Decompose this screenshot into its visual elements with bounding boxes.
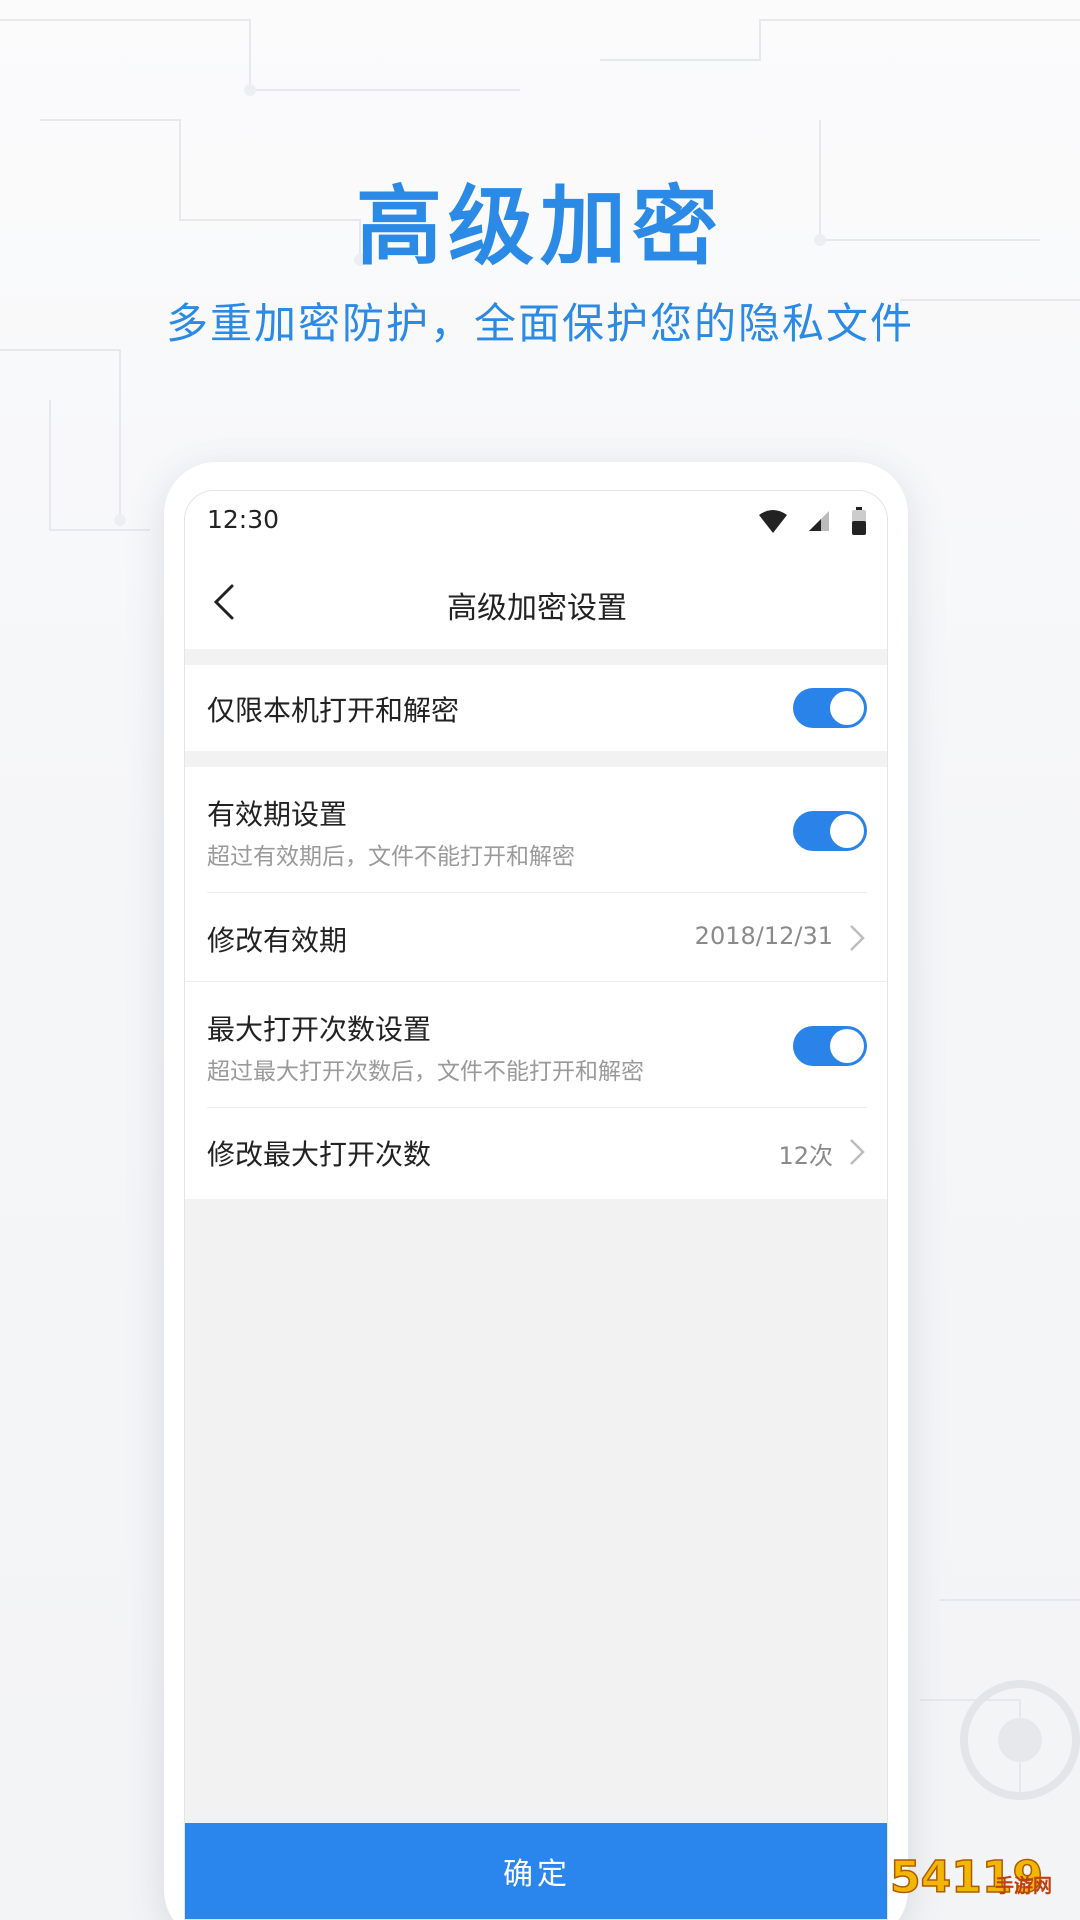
setting-title: 有效期设置 — [207, 798, 348, 831]
settings-group-limits: 有效期设置 超过有效期后，文件不能打开和解密 修改有效期 2018/12/31 … — [185, 767, 887, 1199]
toggle-knob — [830, 1029, 864, 1063]
setting-subtitle: 超过最大打开次数后，文件不能打开和解密 — [207, 1059, 644, 1085]
status-bar: 12:30 — [185, 491, 887, 555]
expiry-toggle[interactable] — [793, 811, 867, 851]
max-opens-toggle[interactable] — [793, 1026, 867, 1066]
wifi-icon — [759, 510, 787, 533]
promo-page: 高级加密 多重加密防护，全面保护您的隐私文件 12:30 高级加密设置 仅限本机… — [0, 0, 1080, 1920]
page-title: 高级加密设置 — [447, 591, 627, 626]
nav-bar: 高级加密设置 — [185, 555, 887, 649]
toggle-knob — [830, 691, 864, 725]
setting-row-edit-max-opens[interactable]: 修改最大打开次数 12次 — [185, 1107, 887, 1195]
settings-group-device: 仅限本机打开和解密 — [185, 665, 887, 751]
toggle-knob — [830, 814, 864, 848]
setting-row-max-opens: 最大打开次数设置 超过最大打开次数后，文件不能打开和解密 — [185, 981, 887, 1108]
phone-screen: 12:30 高级加密设置 仅限本机打开和解密 有效期设置 超过有效期后，文件不能… — [184, 490, 888, 1920]
promo-headline: 高级加密 — [356, 177, 724, 277]
status-time: 12:30 — [207, 505, 280, 534]
setting-title: 最大打开次数设置 — [207, 1013, 432, 1046]
setting-row-local-only: 仅限本机打开和解密 — [185, 665, 887, 751]
watermark-text: 手游网 — [994, 1875, 1052, 1897]
setting-title: 仅限本机打开和解密 — [207, 694, 460, 727]
local-only-toggle[interactable] — [793, 688, 867, 728]
setting-title: 修改最大打开次数 — [207, 1138, 432, 1171]
battery-icon — [852, 507, 866, 535]
setting-row-expiry: 有效期设置 超过有效期后，文件不能打开和解密 — [185, 767, 887, 893]
promo-subline: 多重加密防护，全面保护您的隐私文件 — [165, 299, 914, 348]
setting-row-edit-expiry[interactable]: 修改有效期 2018/12/31 — [185, 893, 887, 981]
chevron-right-icon — [850, 925, 865, 951]
signal-icon — [809, 511, 829, 531]
max-opens-value: 12次 — [778, 1142, 833, 1170]
setting-subtitle: 超过有效期后，文件不能打开和解密 — [207, 844, 575, 870]
setting-title: 修改有效期 — [207, 924, 348, 957]
chevron-right-icon — [850, 1139, 865, 1165]
confirm-button[interactable]: 确定 — [185, 1823, 887, 1919]
expiry-date-value: 2018/12/31 — [694, 922, 833, 950]
